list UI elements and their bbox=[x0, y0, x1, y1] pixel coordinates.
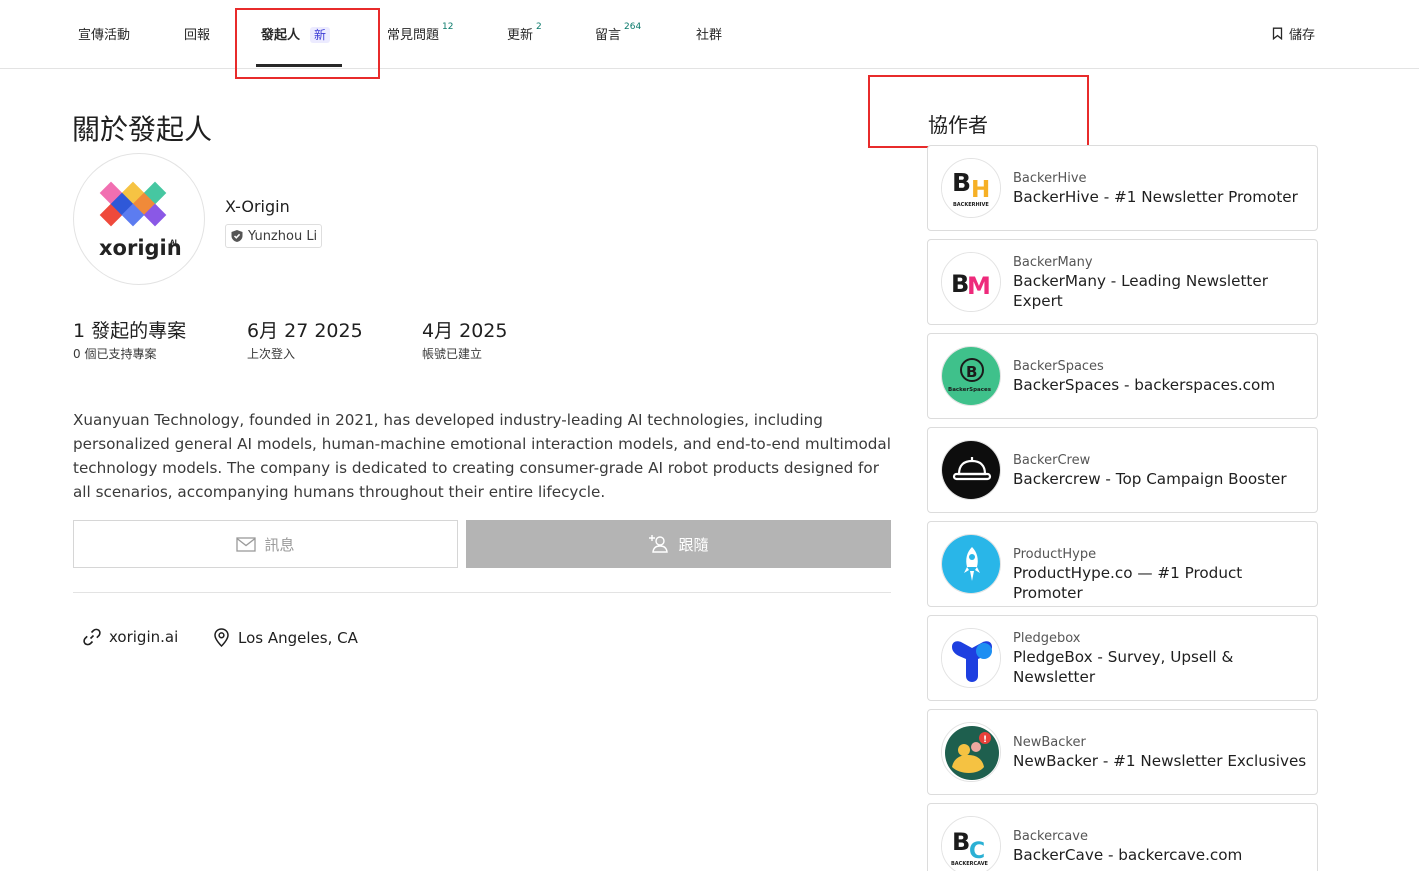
backermany-logo-icon: BM bbox=[941, 252, 1001, 312]
rocket-logo-icon bbox=[941, 534, 1001, 594]
tab-rewards[interactable]: 回報 bbox=[184, 24, 210, 43]
collaborator-card-producthype[interactable]: ProductHype ProductHype.co — #1 Product P… bbox=[927, 521, 1318, 607]
verified-badge: Yunzhou Li bbox=[225, 224, 323, 248]
tab-label: 發起人 bbox=[261, 28, 301, 43]
svg-text:BackerSpaces: BackerSpaces bbox=[948, 387, 992, 393]
svg-text:M: M bbox=[967, 272, 991, 300]
stat-projects: 1 發起的專案 0 個已支持專案 bbox=[73, 316, 186, 362]
add-user-icon bbox=[648, 534, 670, 554]
tab-label: 社群 bbox=[696, 28, 723, 43]
collaborator-card-pledgebox[interactable]: Pledgebox PledgeBox - Survey, Upsell & Ne… bbox=[927, 615, 1318, 701]
verified-name: Yunzhou Li bbox=[248, 228, 318, 244]
bookmark-icon bbox=[1272, 27, 1283, 40]
follow-label: 跟隨 bbox=[678, 535, 709, 554]
new-badge: 新 bbox=[310, 27, 331, 43]
collaborator-project: BackerCave - backercave.com bbox=[1013, 846, 1243, 864]
svg-text:!: ! bbox=[983, 735, 987, 745]
website-text: xorigin.ai bbox=[109, 628, 179, 646]
verified-shield-icon bbox=[230, 229, 244, 243]
save-button[interactable]: 儲存 bbox=[1272, 24, 1315, 43]
link-icon bbox=[83, 628, 101, 646]
newbacker-logo-icon: ! bbox=[941, 722, 1001, 782]
xorigin-logo-icon: xorigin AI bbox=[99, 181, 182, 260]
location-item: Los Angeles, CA bbox=[213, 628, 358, 647]
collaborator-org: BackerHive bbox=[1013, 171, 1087, 186]
collaborator-org: BackerSpaces bbox=[1013, 359, 1104, 374]
collaborator-project: BackerMany - Leading Newsletter Expert bbox=[1013, 272, 1268, 310]
backerhive-logo-icon: B H BACKERHIVE bbox=[941, 158, 1001, 218]
tab-campaign[interactable]: 宣傳活動 bbox=[78, 24, 130, 43]
tab-community[interactable]: 社群 bbox=[696, 24, 722, 43]
backerspaces-logo-icon: B BackerSpaces bbox=[941, 346, 1001, 406]
tab-label: 回報 bbox=[184, 28, 211, 43]
collaborator-org: ProductHype bbox=[1013, 547, 1097, 562]
creator-name[interactable]: X-Origin bbox=[225, 197, 290, 216]
pledgebox-logo-icon bbox=[941, 628, 1001, 688]
stat-value: 6月 27 2025 bbox=[247, 320, 363, 342]
active-tab-indicator bbox=[256, 64, 342, 67]
collaborator-card-newbacker[interactable]: ! NewBacker NewBacker - #1 Newsletter Exc… bbox=[927, 709, 1318, 795]
stat-value: 4月 2025 bbox=[422, 320, 508, 342]
collaborator-org: NewBacker bbox=[1013, 735, 1086, 750]
svg-text:B: B bbox=[966, 363, 977, 381]
svg-text:AI: AI bbox=[170, 239, 177, 246]
tab-label: 宣傳活動 bbox=[78, 28, 131, 43]
collaborator-project: BackerSpaces - backerspaces.com bbox=[1013, 376, 1276, 394]
stat-account-created: 4月 2025 帳號已建立 bbox=[422, 316, 507, 362]
collaborator-org: Pledgebox bbox=[1013, 631, 1081, 646]
location-text: Los Angeles, CA bbox=[238, 628, 358, 647]
tab-comments[interactable]: 留言264 bbox=[595, 21, 642, 43]
collaborator-card-backermany[interactable]: BM BackerMany BackerMany - Leading Newsle… bbox=[927, 239, 1318, 325]
collaborator-org: BackerCrew bbox=[1013, 453, 1091, 468]
tab-label: 更新 bbox=[507, 28, 534, 43]
tab-label: 留言 bbox=[595, 28, 622, 43]
svg-text:H: H bbox=[971, 177, 990, 203]
collaborator-card-backercave[interactable]: B C BACKERCAVE Backercave BackerCave - back… bbox=[927, 803, 1318, 871]
stat-caption: 上次登入 bbox=[247, 347, 296, 361]
tab-count: 264 bbox=[624, 21, 642, 32]
section-divider bbox=[73, 592, 891, 593]
page-title: 關於發起人 bbox=[72, 113, 213, 146]
collaborator-card-backerspaces[interactable]: B BackerSpaces BackerSpaces BackerSpaces -… bbox=[927, 333, 1318, 419]
top-navigation: 宣傳活動 回報 發起人新 常見問題12 更新2 留言264 社群 儲存 bbox=[0, 0, 1419, 69]
stat-last-login: 6月 27 2025 上次登入 bbox=[247, 316, 363, 362]
backercave-logo-icon: B C BACKERCAVE bbox=[941, 816, 1001, 871]
collaborator-card-backercrew[interactable]: BackerCrew Backercrew - Top Campaign Boos… bbox=[927, 427, 1318, 513]
svg-text:B: B bbox=[952, 168, 971, 197]
collaborator-project: PledgeBox - Survey, Upsell & Newsletter bbox=[1013, 648, 1234, 686]
tab-count: 12 bbox=[442, 21, 454, 32]
location-pin-icon bbox=[213, 628, 230, 647]
stat-value: 1 發起的專案 bbox=[73, 320, 187, 342]
tab-creator[interactable]: 發起人新 bbox=[261, 24, 331, 43]
collaborator-org: BackerMany bbox=[1013, 255, 1093, 270]
tab-updates[interactable]: 更新2 bbox=[507, 21, 542, 43]
website-link[interactable]: xorigin.ai bbox=[83, 628, 178, 646]
creator-avatar[interactable]: xorigin AI bbox=[73, 153, 205, 285]
message-label: 訊息 bbox=[264, 535, 295, 554]
collaborators-title: 協作者 bbox=[928, 113, 988, 137]
svg-text:BACKERHIVE: BACKERHIVE bbox=[953, 202, 989, 208]
collaborator-project: NewBacker - #1 Newsletter Exclusives bbox=[1013, 752, 1307, 770]
collaborator-project: Backercrew - Top Campaign Booster bbox=[1013, 470, 1287, 488]
backercrew-logo-icon bbox=[941, 440, 1001, 500]
follow-button[interactable]: 跟隨 bbox=[466, 520, 891, 568]
collaborator-org: Backercave bbox=[1013, 829, 1088, 844]
tab-faq[interactable]: 常見問題12 bbox=[387, 21, 454, 43]
collaborator-project: BackerHive - #1 Newsletter Promoter bbox=[1013, 188, 1298, 206]
message-button[interactable]: 訊息 bbox=[73, 520, 458, 568]
collaborator-project: ProductHype.co — #1 Product Promoter bbox=[1013, 564, 1243, 602]
svg-text:B: B bbox=[952, 828, 970, 856]
tab-label: 常見問題 bbox=[387, 28, 440, 43]
svg-text:BACKERCAVE: BACKERCAVE bbox=[951, 861, 989, 867]
tab-count: 2 bbox=[536, 21, 542, 32]
creator-bio: Xuanyuan Technology, founded in 2021, ha… bbox=[73, 411, 891, 501]
save-label: 儲存 bbox=[1288, 28, 1315, 43]
collaborator-card-backerhive[interactable]: B H BACKERHIVE BackerHive BackerHive - #1 N… bbox=[927, 145, 1318, 231]
stat-caption: 帳號已建立 bbox=[422, 347, 483, 361]
mail-icon bbox=[236, 536, 257, 552]
stat-caption: 0 個已支持專案 bbox=[73, 347, 157, 361]
